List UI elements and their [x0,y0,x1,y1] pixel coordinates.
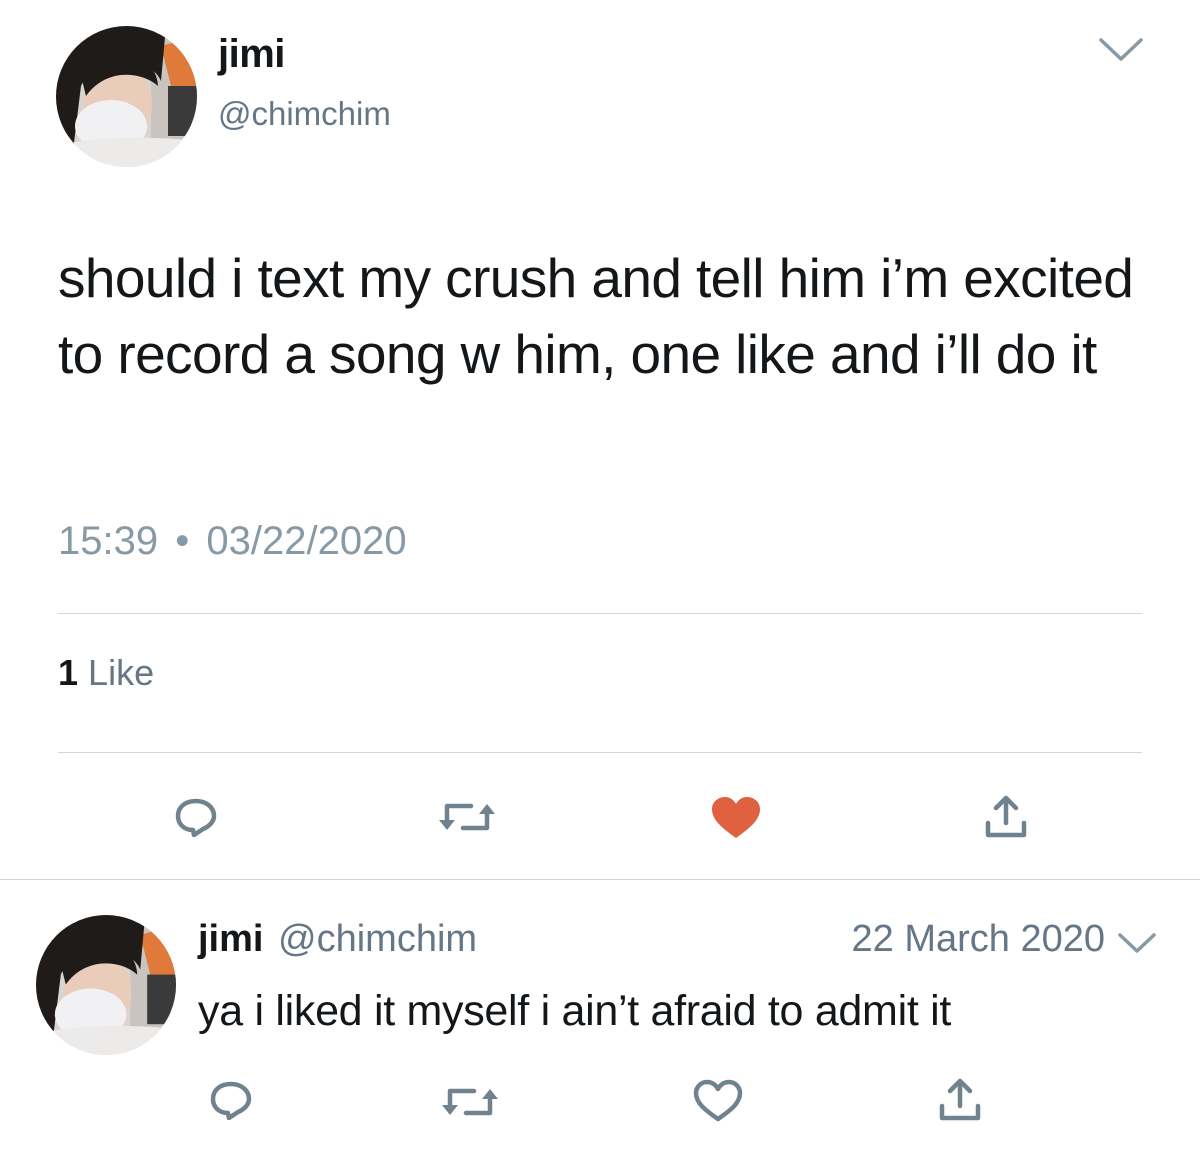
tweet-detail-view: jimi @chimchim should i text my crush an… [0,0,1200,1164]
tweet-timestamp: 15:39 • 03/22/2020 [58,519,407,564]
retweet-button[interactable] [437,797,497,837]
share-icon [985,795,1027,838]
author-avatar[interactable] [56,26,197,167]
author-handle[interactable]: @chimchim [218,95,391,133]
author-name[interactable]: jimi [218,32,285,77]
chevron-down-icon[interactable] [1117,932,1157,956]
likes-stat[interactable]: 1 Like [58,652,154,694]
meta-separator: • [175,519,190,563]
divider [58,613,1142,614]
retweet-icon [442,1088,498,1116]
likes-count: 1 [58,652,79,693]
tweet-date: 03/22/2020 [206,519,407,563]
chevron-down-icon[interactable] [1098,36,1144,64]
reply-button[interactable] [203,1078,259,1122]
share-button[interactable] [981,794,1031,840]
share-button[interactable] [935,1077,985,1123]
tweet-text: should i text my crush and tell him i’m … [58,247,1134,385]
heart-outline-icon [693,1079,743,1122]
reply-author-avatar[interactable] [36,915,176,1055]
avatar-photo [36,915,176,1055]
avatar-photo [56,26,197,167]
likes-label: Like [88,652,155,693]
retweet-icon [439,803,495,831]
reply-button[interactable] [168,795,224,839]
reply-text: ya i liked it myself i ain’t afraid to a… [198,987,952,1035]
reply-icon [210,1081,252,1120]
divider [0,879,1200,880]
retweet-button[interactable] [440,1082,500,1122]
share-icon [939,1078,981,1121]
tweet-time: 15:39 [58,519,159,563]
heart-filled-icon [712,797,760,838]
reply-author-handle[interactable]: @chimchim [278,918,477,960]
reply-icon [175,798,217,837]
divider [58,752,1142,753]
reply-header: jimi @chimchim [198,918,477,961]
reply-author-name[interactable]: jimi [198,918,263,960]
like-button[interactable] [708,795,764,841]
reply-date[interactable]: 22 March 2020 [852,918,1106,961]
like-button[interactable] [690,1078,746,1124]
